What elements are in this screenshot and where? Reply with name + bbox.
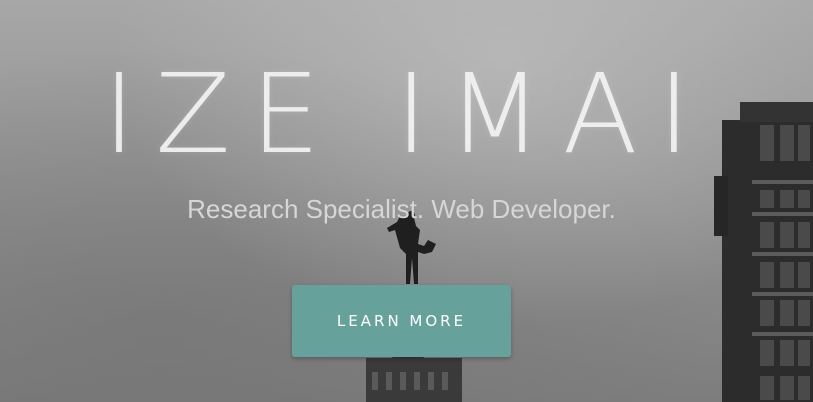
hero-title: IZE IMAI	[102, 50, 711, 178]
learn-more-button[interactable]: LEARN MORE	[292, 285, 511, 357]
hero-subtitle: Research Specialist. Web Developer.	[187, 194, 616, 224]
hero-section: IZE IMAI Research Specialist. Web Develo…	[0, 0, 813, 402]
